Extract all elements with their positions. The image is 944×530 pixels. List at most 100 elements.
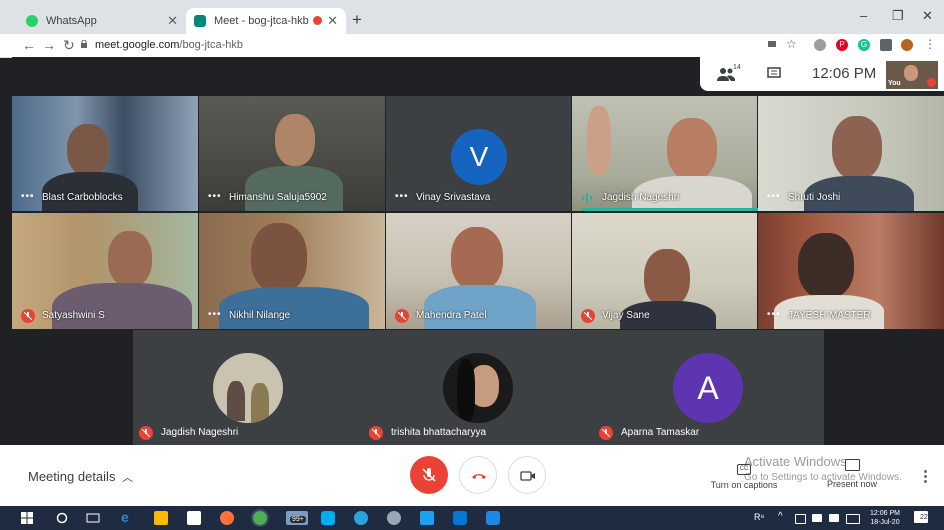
- participant-tile[interactable]: ••• Shruti Joshi: [758, 96, 944, 211]
- forward-arrow-icon[interactable]: →: [42, 37, 56, 53]
- participant-name: Blast Carboblocks: [42, 192, 123, 203]
- participant-avatar: V: [451, 129, 507, 185]
- person-head: [67, 124, 109, 176]
- participant-tile[interactable]: Jagdish Nageshri: [133, 330, 363, 445]
- telegram-icon[interactable]: [354, 511, 368, 525]
- captions-icon: CC: [737, 464, 751, 475]
- camera-toggle-button[interactable]: [508, 456, 546, 494]
- search-icon[interactable]: [55, 511, 69, 525]
- end-call-button[interactable]: [459, 456, 497, 494]
- mic-off-icon: [395, 309, 409, 323]
- participant-tile[interactable]: ••• JAYESH MASTER: [758, 213, 944, 329]
- meeting-clock: 12:06 PM: [812, 65, 877, 82]
- audio-dots-icon: •••: [208, 309, 222, 320]
- participant-tile[interactable]: V ••• Vinay Srivastava: [386, 96, 571, 211]
- profile-avatar[interactable]: [901, 39, 913, 51]
- url-host: meet.google.com: [95, 39, 180, 51]
- battery-icon[interactable]: [829, 514, 839, 522]
- tray-clock[interactable]: 12:06 PM 18-Jul-20: [868, 509, 902, 527]
- camera-icon: [520, 471, 535, 481]
- tab-title: WhatsApp: [46, 15, 97, 27]
- chevron-up-icon[interactable]: ︿: [122, 469, 133, 485]
- maximize-button[interactable]: ❐: [892, 8, 904, 24]
- outlook-icon[interactable]: [453, 511, 467, 525]
- twitter-icon[interactable]: [420, 511, 434, 525]
- reload-icon[interactable]: ↻: [63, 37, 75, 54]
- participant-tile[interactable]: Satyashwini S: [12, 213, 198, 329]
- tab-whatsapp[interactable]: WhatsApp ✕: [18, 8, 186, 34]
- mail-icon[interactable]: 99+: [286, 511, 308, 525]
- mic-off-icon: [369, 426, 383, 440]
- bookmark-star-icon[interactable]: ☆: [786, 37, 797, 51]
- participant-name: Satyashwini S: [42, 310, 105, 321]
- app-icon[interactable]: [486, 511, 500, 525]
- extension-icon[interactable]: [814, 39, 826, 51]
- extensions-puzzle-icon[interactable]: [880, 39, 892, 51]
- participant-tile[interactable]: Vijay Sane: [572, 213, 757, 329]
- more-options-button[interactable]: ⋮: [918, 467, 933, 485]
- new-tab-button[interactable]: +: [352, 10, 362, 30]
- chevron-up-icon[interactable]: ^: [778, 511, 783, 522]
- notification-count: 22: [920, 514, 928, 521]
- chrome-icon[interactable]: [253, 511, 267, 525]
- participant-name: Vijay Sane: [602, 310, 650, 321]
- participant-tile[interactable]: trishita bhattacharyya: [363, 330, 593, 445]
- mail-badge: 99+: [290, 516, 306, 523]
- meet-controls-bar: Meeting details ︿ Activate Windows Go to…: [0, 445, 944, 506]
- person-head: [108, 231, 152, 287]
- self-label: You: [888, 80, 901, 87]
- tab-close-icon[interactable]: ✕: [167, 13, 178, 29]
- participant-photo: [443, 353, 513, 423]
- task-view-icon[interactable]: [86, 511, 100, 525]
- participant-tile[interactable]: ••• Blast Carboblocks: [12, 96, 198, 211]
- lock-icon: [81, 40, 87, 48]
- participant-name: Aparna Tamaskar: [621, 427, 700, 438]
- people-tray-icon[interactable]: R⁸: [754, 512, 764, 522]
- present-screen-icon: [844, 459, 860, 471]
- audio-dots-icon: •••: [208, 191, 222, 202]
- participant-name: Himanshu Saluja5902: [229, 192, 327, 203]
- participant-tile[interactable]: A Aparna Tamaskar: [593, 330, 823, 445]
- participant-tile[interactable]: Jagdish Nageshri: [572, 96, 757, 211]
- participant-tile[interactable]: Mahendra Patel: [386, 213, 571, 329]
- pinterest-icon[interactable]: P: [836, 39, 848, 51]
- close-window-button[interactable]: ✕: [922, 8, 933, 24]
- participant-name: Vinay Srivastava: [416, 192, 491, 203]
- edge-icon[interactable]: e: [121, 509, 135, 525]
- mic-off-icon: [599, 426, 613, 440]
- menu-kebab-icon[interactable]: ⋮: [924, 37, 936, 51]
- participant-tile[interactable]: ••• Himanshu Saluja5902: [199, 96, 385, 211]
- skype-icon[interactable]: [321, 511, 335, 525]
- back-arrow-icon[interactable]: ←: [22, 37, 36, 53]
- network-icon[interactable]: [795, 514, 806, 524]
- url-field[interactable]: meet.google.com/bog-jtca-hkb: [95, 39, 243, 51]
- participant-name: Mahendra Patel: [416, 310, 487, 321]
- mic-off-icon: [139, 426, 153, 440]
- audio-dots-icon: •••: [395, 191, 409, 202]
- chat-icon[interactable]: [767, 67, 781, 80]
- volume-icon[interactable]: [812, 514, 822, 522]
- store-icon[interactable]: [187, 511, 201, 525]
- camera-indicator-icon[interactable]: [768, 41, 776, 47]
- file-explorer-icon[interactable]: [154, 511, 168, 525]
- meeting-details-button[interactable]: Meeting details: [28, 469, 115, 484]
- participant-tile[interactable]: ••• Nikhil Nilange: [199, 213, 385, 329]
- tab-meet[interactable]: Meet - bog-jtca-hkb ✕: [186, 8, 346, 34]
- tab-close-icon[interactable]: ✕: [327, 13, 338, 29]
- app-icon[interactable]: [387, 511, 401, 525]
- participant-name: trishita bhattacharyya: [391, 427, 487, 438]
- self-view-thumbnail[interactable]: You: [886, 61, 938, 89]
- mic-off-icon: [581, 309, 595, 323]
- captions-button[interactable]: CC Turn on captions: [706, 459, 782, 490]
- present-now-button[interactable]: Present now: [820, 459, 884, 489]
- mic-toggle-button[interactable]: [410, 456, 448, 494]
- participant-name: Shruti Joshi: [788, 192, 841, 203]
- address-bar: ← → ↻ meet.google.com/bog-jtca-hkb ☆ P G…: [0, 34, 944, 58]
- tray-time: 12:06 PM: [870, 510, 900, 517]
- person-hair: [457, 359, 475, 423]
- minimize-button[interactable]: –: [860, 8, 867, 23]
- keyboard-icon[interactable]: [846, 514, 860, 524]
- grammarly-icon[interactable]: G: [858, 39, 870, 51]
- firefox-icon[interactable]: [220, 511, 234, 525]
- windows-start-icon[interactable]: [20, 511, 34, 525]
